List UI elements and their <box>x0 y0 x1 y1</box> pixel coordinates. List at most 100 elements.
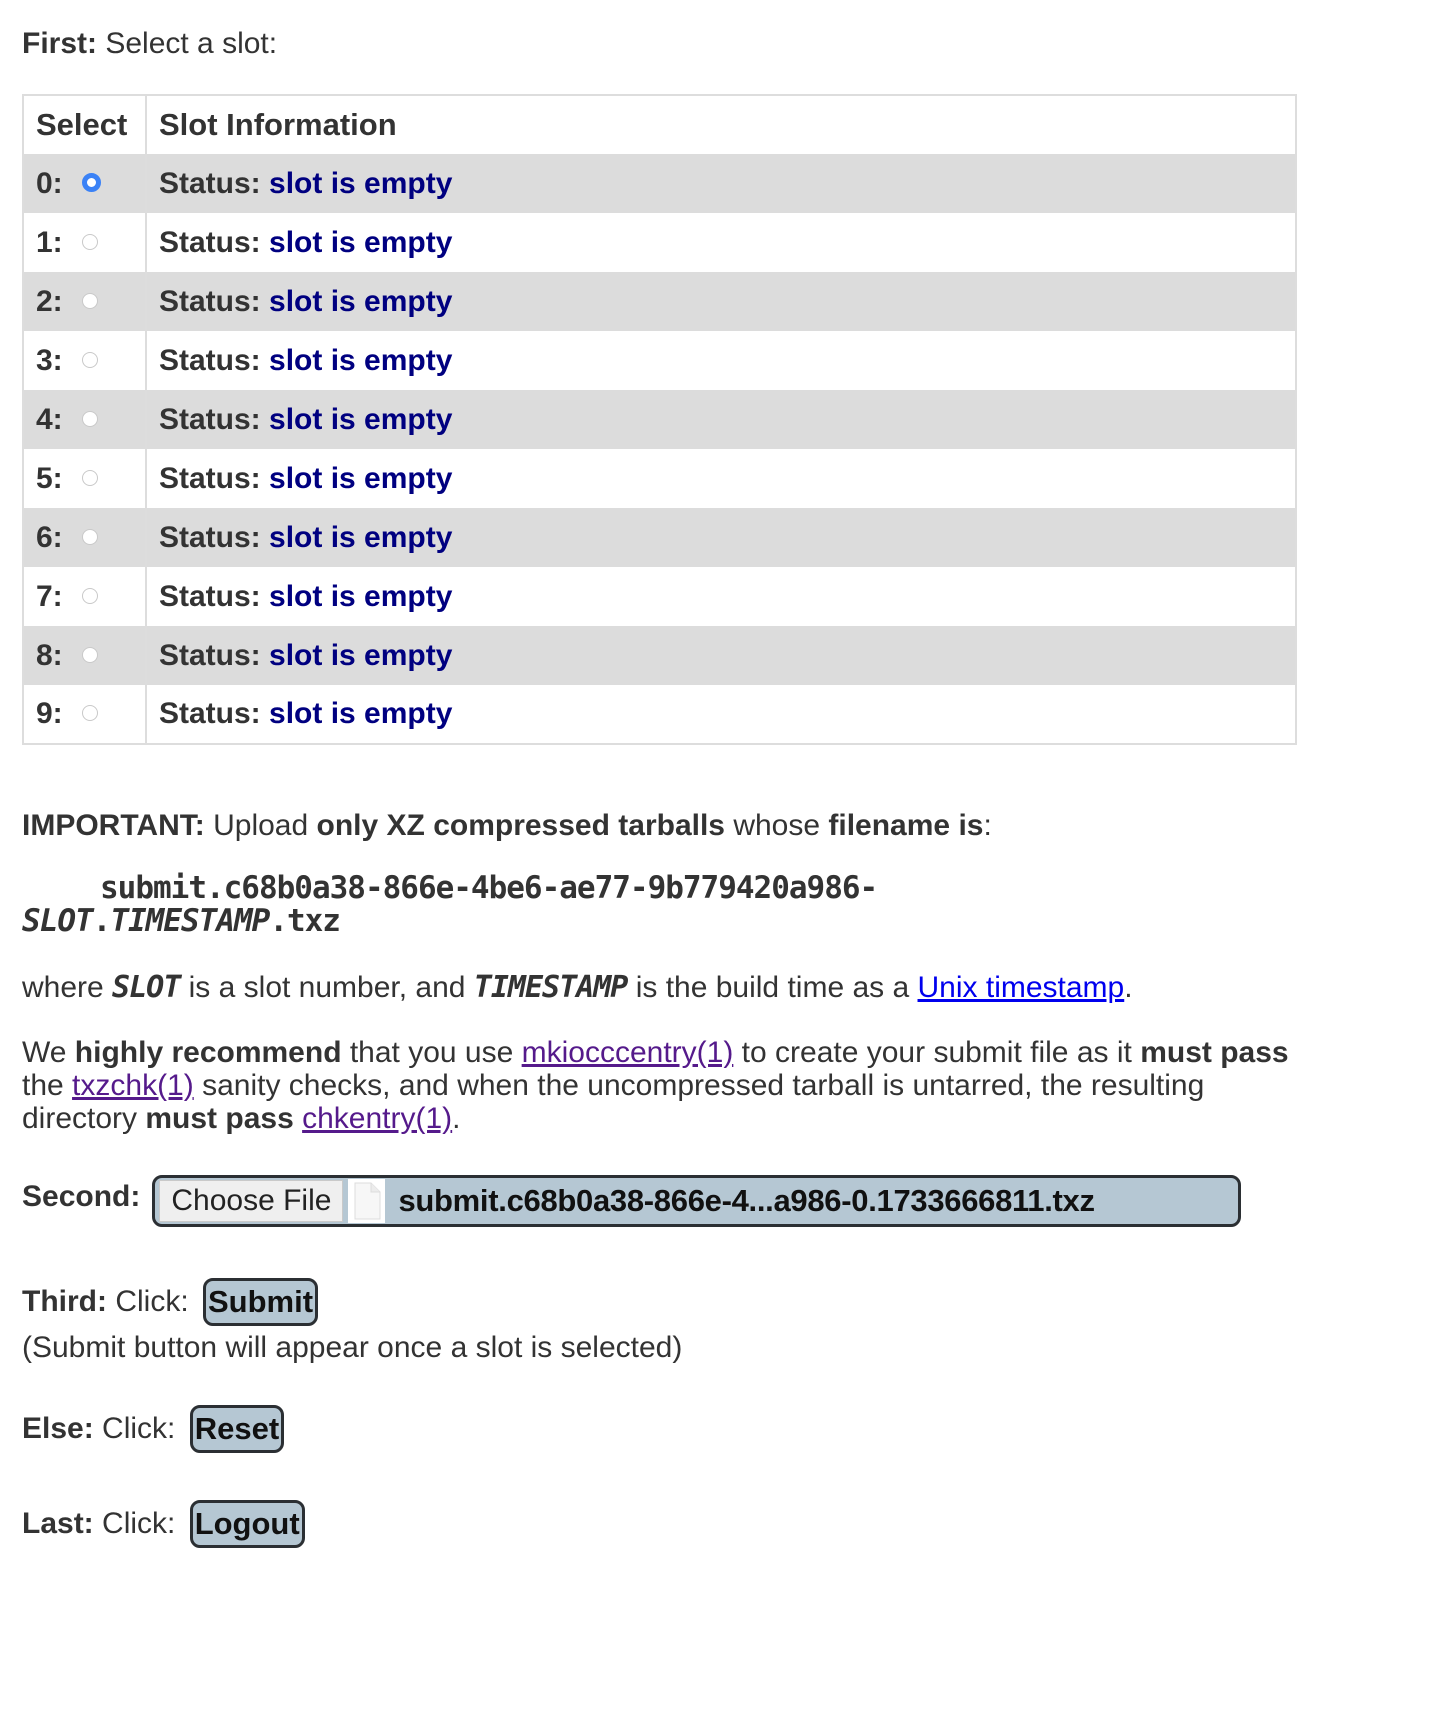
slot-radio[interactable] <box>82 646 98 663</box>
status-label: Status: <box>159 579 261 613</box>
status-label: Status: <box>159 638 261 672</box>
txzchk-link[interactable]: txzchk(1) <box>72 1069 194 1102</box>
where-explanation: where SLOT is a slot number, and TIMESTA… <box>22 970 1133 1006</box>
slot-info-cell: Status: slot is empty <box>146 154 1296 213</box>
status-label: Status: <box>159 461 261 495</box>
logout-button[interactable]: Logout <box>189 1500 305 1548</box>
step-second: Second: Choose File submit.c68b0a38-866e… <box>22 1175 1242 1227</box>
slot-row: 0: Status: slot is empty <box>23 154 1296 213</box>
status-label: Status: <box>159 284 261 318</box>
status-label: Status: <box>159 225 261 259</box>
important-label: IMPORTANT: <box>22 809 205 842</box>
slot-radio[interactable] <box>82 410 98 427</box>
filename-pattern-dot: . <box>92 903 112 939</box>
filename-pattern-ext: .txz <box>269 903 341 939</box>
where-text: is a slot number, and <box>180 971 474 1004</box>
slot-radio[interactable] <box>82 233 98 250</box>
slot-number: 9: <box>36 697 63 730</box>
slot-radio[interactable] <box>82 351 98 368</box>
important-text: : <box>983 809 992 842</box>
step-third-text: Click: <box>106 1285 197 1318</box>
step-else: Else: Click: Reset <box>22 1405 285 1453</box>
status-label: Status: <box>159 520 261 554</box>
status-value: slot is empty <box>269 697 453 730</box>
slot-select-cell: 7: <box>23 567 147 626</box>
slot-row: 5: Status: slot is empty <box>23 449 1296 508</box>
table-header-row: Select Slot Information <box>23 95 1296 154</box>
slot-table-body: 0: Status: slot is empty 1: Status: slot is… <box>23 154 1296 744</box>
slot-info-cell: Status: slot is empty <box>146 685 1296 744</box>
column-header-slot-information: Slot Information <box>146 95 1296 154</box>
slot-number: 1: <box>36 225 63 259</box>
recommend-emphasis: must pass <box>145 1102 294 1135</box>
slot-info-cell: Status: slot is empty <box>146 449 1296 508</box>
status-label: Status: <box>159 343 261 377</box>
slot-number: 7: <box>36 579 63 613</box>
column-header-select: Select <box>23 95 147 154</box>
slot-select-cell: 8: <box>23 626 147 685</box>
slot-number: 2: <box>36 284 63 318</box>
status-value: slot is empty <box>269 402 453 436</box>
important-notice: IMPORTANT: Upload only XZ compressed tar… <box>22 808 992 844</box>
recommend-emphasis: must pass <box>1140 1036 1289 1069</box>
recommend-text <box>294 1102 302 1135</box>
slot-number: 0: <box>36 166 63 200</box>
slot-number: 8: <box>36 638 63 672</box>
submit-button[interactable]: Submit <box>202 1278 319 1326</box>
recommend-text: the <box>22 1069 73 1102</box>
slot-info-cell: Status: slot is empty <box>146 390 1296 449</box>
slot-select-cell: 1: <box>23 213 147 272</box>
step-second-label: Second: <box>22 1180 141 1213</box>
slot-info-cell: Status: slot is empty <box>146 567 1296 626</box>
slot-select-cell: 2: <box>23 272 147 331</box>
slot-table: Select Slot Information 0: Status: slot i… <box>22 94 1297 745</box>
selected-file-name: submit.c68b0a38-866e-4...a986-0.17336668… <box>398 1183 1095 1218</box>
slot-select-cell: 3: <box>23 331 147 390</box>
filename-pattern-timestamp: TIMESTAMP <box>110 903 270 939</box>
unix-timestamp-link[interactable]: Unix timestamp <box>918 971 1125 1004</box>
slot-radio[interactable] <box>82 528 98 545</box>
slot-radio[interactable] <box>82 705 98 722</box>
slot-info-cell: Status: slot is empty <box>146 626 1296 685</box>
step-first: First: Select a slot: <box>22 26 277 62</box>
slot-info-cell: Status: slot is empty <box>146 508 1296 567</box>
recommend-text: to create your submit file as it <box>733 1036 1141 1069</box>
step-first-text: Select a slot: <box>97 27 278 60</box>
step-first-label: First: <box>22 27 97 60</box>
slot-row: 4: Status: slot is empty <box>23 390 1296 449</box>
slot-row: 1: Status: slot is empty <box>23 213 1296 272</box>
important-text: Upload <box>204 809 317 842</box>
status-value: slot is empty <box>269 520 453 554</box>
slot-number: 3: <box>36 343 63 377</box>
chkentry-link[interactable]: chkentry(1) <box>302 1102 452 1135</box>
recommend-emphasis: highly recommend <box>74 1036 342 1069</box>
status-value: slot is empty <box>269 343 453 377</box>
where-timestamp-term: TIMESTAMP <box>473 970 629 1005</box>
slot-number: 6: <box>36 520 63 554</box>
slot-select-cell: 9: <box>23 685 147 744</box>
important-emphasis: only XZ compressed tarballs <box>316 809 725 842</box>
where-slot-term: SLOT <box>112 970 181 1005</box>
slot-info-cell: Status: slot is empty <box>146 213 1296 272</box>
status-value: slot is empty <box>269 284 453 318</box>
slot-row: 7: Status: slot is empty <box>23 567 1296 626</box>
slot-radio[interactable] <box>82 292 98 309</box>
slot-number: 4: <box>36 402 63 436</box>
slot-radio[interactable] <box>82 587 98 604</box>
step-third-label: Third: <box>22 1285 107 1318</box>
slot-row: 2: Status: slot is empty <box>23 272 1296 331</box>
slot-row: 8: Status: slot is empty <box>23 626 1296 685</box>
slot-radio[interactable] <box>82 173 101 193</box>
status-value: slot is empty <box>269 461 453 495</box>
reset-button[interactable]: Reset <box>189 1405 285 1453</box>
choose-file-button[interactable]: Choose File <box>159 1180 344 1222</box>
mkiocccentry-link[interactable]: mkiocccentry(1) <box>522 1036 734 1069</box>
recommend-text: that you use <box>341 1036 522 1069</box>
file-input[interactable]: Choose File submit.c68b0a38-866e-4...a98… <box>152 1175 1242 1227</box>
where-text: is the build time as a <box>627 971 918 1004</box>
recommend-text: . <box>452 1102 461 1135</box>
slot-radio[interactable] <box>82 469 98 486</box>
step-else-label: Else: <box>22 1412 94 1445</box>
recommend-text: We <box>22 1036 75 1069</box>
important-text: whose <box>725 809 829 842</box>
